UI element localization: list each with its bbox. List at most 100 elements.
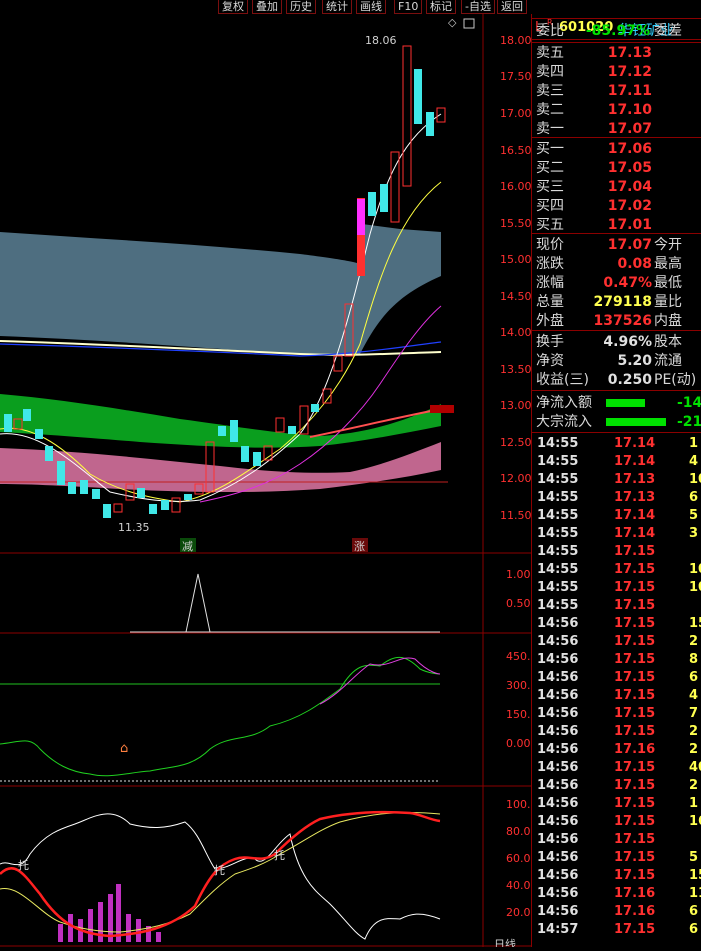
bid-row: 买二 17.05 [532, 159, 701, 177]
fundamental-row: 换手 4.96% 股本 [532, 333, 701, 351]
svg-text:12.00: 12.00 [500, 472, 531, 485]
tick-price: 17.14 [614, 526, 656, 541]
svg-text:17.00: 17.00 [500, 107, 531, 120]
svg-text:12.50: 12.50 [500, 436, 531, 449]
quote-label2: 量比 [654, 294, 682, 310]
tick-row: 14:56 17.16 6 [532, 903, 701, 921]
svg-text:15.50: 15.50 [500, 217, 531, 230]
bid-row: 买五 17.01 [532, 216, 701, 234]
tick-volume: 6 [689, 922, 699, 937]
svg-text:14.50: 14.50 [500, 290, 531, 303]
ask-row: 卖二 17.10 [532, 101, 701, 119]
tick-time: 14:56 [537, 688, 579, 703]
ask-label: 卖一 [536, 121, 564, 137]
toolbar-mark-button[interactable]: 标记 [426, 0, 456, 14]
svg-text:◇: ◇ [448, 16, 457, 29]
price-axis: 18.00 17.50 17.00 16.50 16.00 15.50 15.0… [500, 34, 532, 522]
tick-price: 17.16 [614, 886, 656, 901]
tick-row: 14:56 17.15 6 [532, 669, 701, 687]
ask-row: 卖三 17.11 [532, 82, 701, 100]
tick-time: 14:55 [537, 454, 579, 469]
tick-row: 14:55 17.15 [532, 543, 701, 561]
tick-time: 14:56 [537, 616, 579, 631]
fundamental-label: 净资 [536, 353, 564, 369]
kline-chart-area[interactable]: 18.06 11.35 ◇ 减 涨 18.00 17.50 17.00 16.5… [0, 14, 538, 951]
ask-label: 卖五 [536, 45, 564, 61]
tick-time: 14:56 [537, 814, 579, 829]
svg-text:100.0: 100.0 [506, 798, 531, 811]
toolbar-f10-button[interactable]: F10 [394, 0, 423, 14]
tick-price: 17.15 [614, 922, 656, 937]
tick-row: 14:56 17.15 7 [532, 705, 701, 723]
tick-volume: 3 [689, 526, 699, 541]
green-band [0, 394, 441, 448]
ask-price: 17.07 [607, 121, 652, 137]
tick-row: 14:55 17.14 4 [532, 453, 701, 471]
toolbar-watchlist-button[interactable]: -自选 [461, 0, 495, 14]
flow-label: 大宗流入 [536, 414, 592, 430]
tick-time: 14:56 [537, 670, 579, 685]
tick-time: 14:56 [537, 832, 579, 847]
svg-text:0.00: 0.00 [506, 737, 531, 750]
quote-value: 0.08 [617, 256, 652, 272]
tick-price: 17.15 [614, 616, 656, 631]
quote-value: 17.07 [607, 237, 652, 253]
bid-row: 买四 17.02 [532, 197, 701, 215]
house-icon: ⌂ [120, 741, 128, 756]
toolbar-fuquan-button[interactable]: 复权 [218, 0, 248, 14]
ask-row: 卖四 17.12 [532, 63, 701, 81]
svg-text:17.50: 17.50 [500, 70, 531, 83]
fundamental-label2: 流通 [654, 353, 682, 369]
fundamental-label2: 股本 [654, 334, 682, 350]
svg-text:40.00: 40.00 [506, 879, 531, 892]
tick-time: 14:56 [537, 724, 579, 739]
toolbar-draw-button[interactable]: 画线 [356, 0, 386, 14]
svg-text:300.0: 300.0 [506, 679, 531, 692]
tick-row: 14:55 17.14 5 [532, 507, 701, 525]
bid-price: 17.01 [607, 217, 652, 233]
tick-volume: 4 [689, 454, 699, 469]
tick-time: 14:56 [537, 760, 579, 775]
svg-text:14.00: 14.00 [500, 326, 531, 339]
tick-volume: 10 [689, 562, 701, 577]
toolbar-overlay-button[interactable]: 叠加 [252, 0, 282, 14]
tick-volume: 40 [689, 760, 701, 775]
bid-label: 买一 [536, 141, 564, 157]
period-label[interactable]: 日线 [494, 937, 516, 951]
tick-time: 14:56 [537, 706, 579, 721]
svg-text:0.50: 0.50 [506, 597, 531, 610]
toolbar-stats-button[interactable]: 统计 [322, 0, 352, 14]
tick-price: 17.15 [614, 814, 656, 829]
toolbar-back-button[interactable]: 返回 [497, 0, 527, 14]
ask-price: 17.11 [607, 83, 652, 99]
tick-price: 17.15 [614, 544, 656, 559]
tick-time: 14:55 [537, 490, 579, 505]
tick-price: 17.15 [614, 598, 656, 613]
panel-toggle-icon[interactable] [463, 18, 475, 29]
tick-volume: 1 [689, 796, 699, 811]
tick-volume: 10 [689, 580, 701, 595]
quote-label: 外盘 [536, 313, 564, 329]
tick-row: 14:56 17.15 15 [532, 615, 701, 633]
tick-row: 14:56 17.15 8 [532, 651, 701, 669]
quote-label: 涨跌 [536, 256, 564, 272]
tick-row: 14:56 17.16 11 [532, 885, 701, 903]
tick-row: 14:55 17.14 1 [532, 435, 701, 453]
pink-band [0, 442, 441, 493]
tick-volume: 11 [689, 886, 701, 901]
tick-time: 14:55 [537, 526, 579, 541]
tick-volume: 15 [689, 616, 701, 631]
tick-time: 14:56 [537, 904, 579, 919]
quote-label: 涨幅 [536, 275, 564, 291]
upper-band-cloud [0, 224, 441, 355]
fundamental-value: 4.96% [603, 334, 652, 350]
tick-price: 17.15 [614, 868, 656, 883]
tick-volume: 16 [689, 814, 701, 829]
toolbar-history-button[interactable]: 历史 [286, 0, 316, 14]
kline-chart[interactable]: 18.06 11.35 ◇ 减 涨 18.00 17.50 17.00 16.5… [0, 14, 538, 951]
quote-label2: 内盘 [654, 313, 682, 329]
order-ratio-row: 委比 -85.97% 委差 [536, 23, 682, 39]
tick-volume: 6 [689, 490, 699, 505]
tick-volume: 6 [689, 670, 699, 685]
fundamental-label: 收益(三) [536, 372, 589, 388]
